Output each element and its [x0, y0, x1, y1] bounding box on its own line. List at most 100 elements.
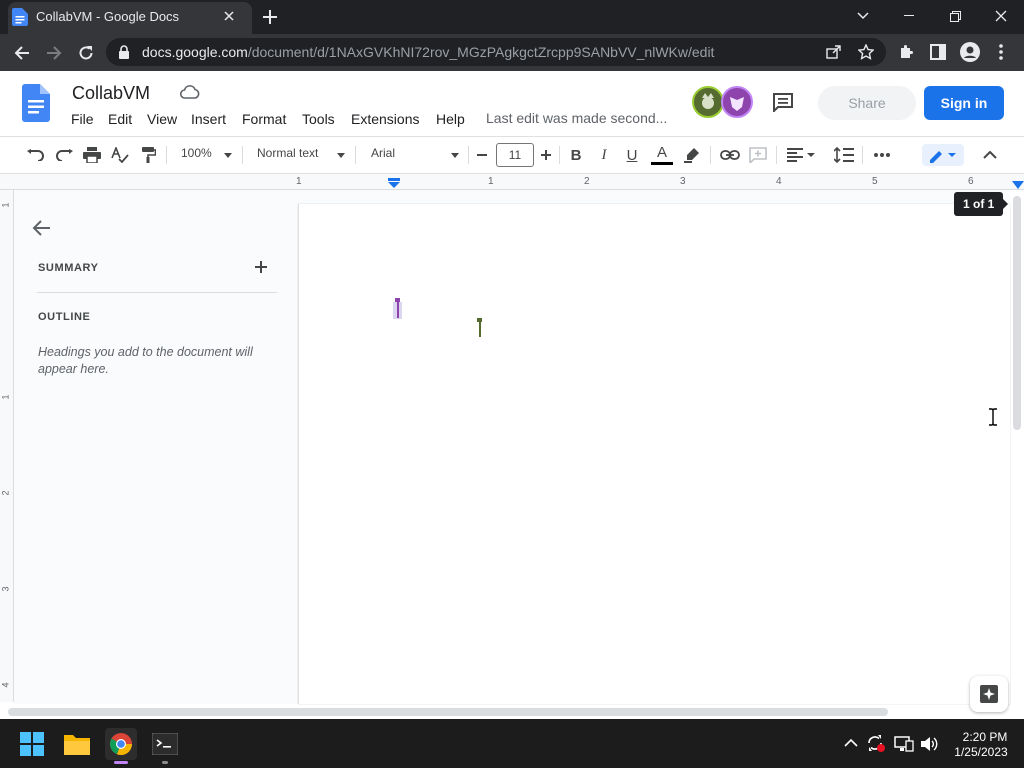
chevron-down-icon[interactable]: [451, 153, 459, 158]
side-panel-icon[interactable]: [930, 44, 946, 60]
active-app-indicator: [114, 761, 128, 764]
menu-help[interactable]: Help: [436, 111, 465, 127]
summary-heading: SUMMARY: [38, 262, 99, 274]
tab-close-icon[interactable]: [220, 7, 238, 25]
horizontal-scrollbar[interactable]: [8, 708, 888, 716]
ruler-number: 3: [680, 176, 686, 187]
right-margin-marker-icon[interactable]: [1012, 181, 1024, 189]
ruler-number: 4: [776, 176, 782, 187]
font-select[interactable]: Arial: [371, 146, 395, 160]
ruler-number: 1: [488, 176, 494, 187]
ruler-number: 2: [584, 176, 590, 187]
explore-button[interactable]: [970, 676, 1008, 712]
insert-link-icon[interactable]: [718, 144, 742, 166]
ruler-number: 6: [968, 176, 974, 187]
new-tab-icon[interactable]: [260, 7, 280, 27]
bold-icon[interactable]: B: [566, 144, 586, 166]
paragraph-style-select[interactable]: Normal text: [257, 146, 318, 160]
undo-icon[interactable]: [26, 144, 46, 166]
font-size-input[interactable]: 11: [496, 143, 534, 167]
add-comment-icon[interactable]: [748, 144, 768, 166]
lock-icon[interactable]: [118, 45, 130, 59]
document-page[interactable]: [298, 204, 1010, 704]
vertical-ruler[interactable]: [0, 190, 14, 702]
tab-search-icon[interactable]: [840, 0, 886, 32]
horizontal-ruler[interactable]: [0, 174, 1024, 190]
chrome-menu-icon[interactable]: [998, 44, 1004, 60]
minimize-icon[interactable]: [886, 0, 932, 32]
menu-edit[interactable]: Edit: [108, 111, 132, 127]
document-title[interactable]: CollabVM: [72, 83, 150, 104]
tab-title: CollabVM - Google Docs: [36, 9, 180, 24]
text-cursor-icon: [988, 408, 998, 426]
print-icon[interactable]: [82, 144, 102, 166]
terminal-icon[interactable]: [149, 728, 181, 760]
menu-tools[interactable]: Tools: [302, 111, 335, 127]
share-page-icon[interactable]: [826, 45, 842, 59]
comment-history-icon[interactable]: [772, 92, 794, 112]
restore-icon[interactable]: [932, 0, 978, 32]
back-icon[interactable]: [10, 41, 34, 65]
last-edit-link[interactable]: Last edit was made second...: [486, 110, 667, 126]
ruler-number: 4: [0, 682, 11, 688]
outline-empty-hint: Headings you add to the document will ap…: [38, 345, 253, 376]
extensions-icon[interactable]: [898, 44, 914, 60]
toolbar-divider: [559, 146, 560, 164]
decrease-font-size-icon[interactable]: [474, 144, 490, 166]
underline-icon[interactable]: U: [622, 144, 642, 166]
collapse-toolbar-icon[interactable]: [980, 144, 1000, 166]
close-outline-arrow-icon[interactable]: [32, 219, 52, 237]
vertical-scrollbar[interactable]: [1013, 196, 1021, 430]
bookmark-star-icon[interactable]: [858, 44, 874, 60]
outline-heading: OUTLINE: [38, 311, 91, 323]
toolbar-divider: [468, 146, 469, 164]
chrome-taskbar-icon[interactable]: [105, 728, 137, 760]
page-count-badge: 1 of 1: [954, 192, 1004, 216]
clock-date[interactable]: 1/25/2023: [948, 745, 1014, 759]
more-options-icon[interactable]: [872, 144, 892, 166]
increase-font-size-icon[interactable]: [538, 144, 554, 166]
menu-insert[interactable]: Insert: [191, 111, 226, 127]
cloud-status-icon[interactable]: [180, 85, 200, 99]
file-explorer-icon[interactable]: [61, 728, 93, 760]
docs-logo-icon[interactable]: [22, 84, 50, 122]
paint-format-icon[interactable]: [138, 144, 158, 166]
sign-in-button[interactable]: Sign in: [924, 86, 1004, 120]
collaborator-avatar[interactable]: [692, 86, 724, 118]
share-button[interactable]: Share: [818, 86, 916, 120]
highlight-color-icon[interactable]: [682, 144, 702, 166]
add-summary-icon[interactable]: [254, 260, 268, 274]
editing-mode-button[interactable]: [922, 144, 964, 166]
tray-chevron-up-icon[interactable]: [844, 738, 858, 747]
redo-icon[interactable]: [54, 144, 74, 166]
menu-view[interactable]: View: [147, 111, 177, 127]
volume-icon[interactable]: [920, 736, 938, 752]
text-color-icon[interactable]: A: [650, 144, 674, 166]
chevron-down-icon[interactable]: [337, 153, 345, 158]
forward-icon[interactable]: [42, 41, 66, 65]
indent-marker-icon[interactable]: [388, 178, 400, 188]
start-windows-icon[interactable]: [16, 728, 48, 760]
menu-file[interactable]: File: [71, 111, 94, 127]
url-text[interactable]: docs.google.com/document/d/1NAxGVKhNI72r…: [142, 44, 714, 60]
line-spacing-icon[interactable]: [834, 144, 854, 166]
zoom-select[interactable]: 100%: [181, 146, 212, 160]
italic-icon[interactable]: I: [594, 144, 614, 166]
menu-extensions[interactable]: Extensions: [351, 111, 419, 127]
network-icon[interactable]: [894, 736, 914, 752]
spellcheck-icon[interactable]: [110, 144, 130, 166]
reload-icon[interactable]: [74, 41, 98, 65]
sync-error-icon[interactable]: [866, 734, 886, 752]
profile-icon[interactable]: [960, 42, 980, 62]
toolbar-divider: [776, 146, 777, 164]
url-path: /document/d/1NAxGVKhNI72rov_MGzPAgkgctZr…: [247, 44, 715, 60]
close-window-icon[interactable]: [978, 0, 1024, 32]
clock-time[interactable]: 2:20 PM: [956, 730, 1014, 744]
align-icon[interactable]: [786, 144, 816, 166]
toolbar-divider: [862, 146, 863, 164]
running-app-indicator: [162, 761, 168, 764]
menu-format[interactable]: Format: [242, 111, 286, 127]
toolbar-divider: [242, 146, 243, 164]
collaborator-avatar[interactable]: [721, 86, 753, 118]
chevron-down-icon[interactable]: [224, 153, 232, 158]
